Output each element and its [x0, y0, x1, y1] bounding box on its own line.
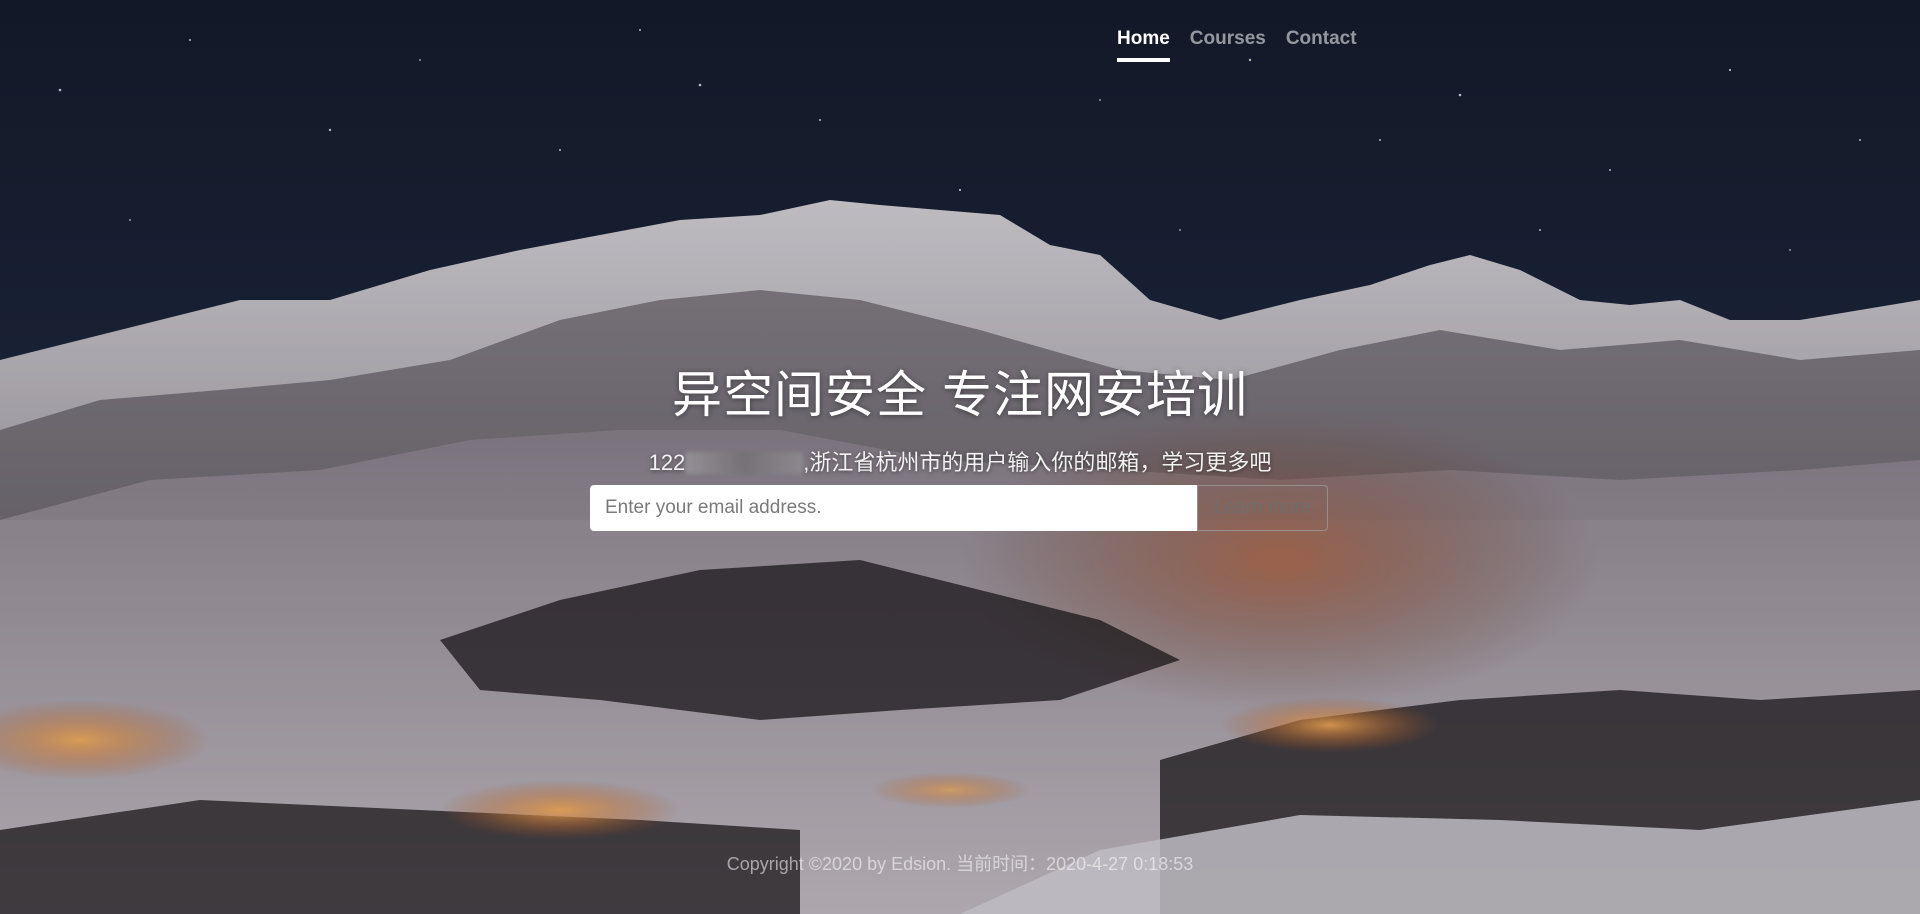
hero-title: 异空间安全 专注网安培训 [672, 367, 1248, 423]
hero-subtitle: 122 ,浙江省杭州市的用户输入你的邮箱，学习更多吧 [0, 445, 1920, 477]
landing-page: Home Courses Contact 异空间安全 专注网安培训 122 ,浙江… [0, 0, 1920, 914]
email-input[interactable] [590, 485, 1197, 531]
nav-home-link[interactable]: Home [1117, 28, 1170, 62]
hero-section: 异空间安全 专注网安培训 122 ,浙江省杭州市的用户输入你的邮箱，学习更多吧 [0, 355, 1920, 477]
hero-subtitle-text: ,浙江省杭州市的用户输入你的邮箱，学习更多吧 [803, 450, 1272, 475]
nav-contact-link[interactable]: Contact [1286, 28, 1357, 62]
blurred-ip-address [685, 452, 804, 474]
learn-more-button[interactable]: Learn more [1197, 485, 1328, 531]
email-signup-form: Learn more [590, 485, 1328, 531]
nav-courses-link[interactable]: Courses [1190, 28, 1266, 62]
footer-copyright: Copyright ©2020 by Edsion. 当前时间：2020-4-2… [726, 854, 1194, 874]
top-nav: Home Courses Contact [1117, 28, 1357, 62]
ip-prefix: 122 [648, 450, 686, 475]
